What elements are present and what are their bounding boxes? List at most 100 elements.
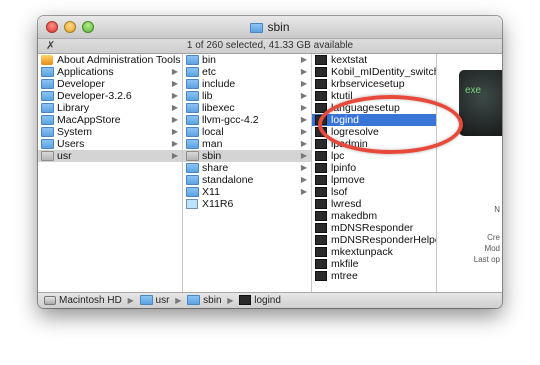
column-sbin[interactable]: kextstat Kobil_mIDentity_switch krbservi…: [312, 54, 437, 292]
list-item[interactable]: lib ▶: [183, 90, 311, 102]
list-item[interactable]: lwresd: [312, 198, 436, 210]
column-usr[interactable]: bin ▶ etc ▶ include ▶ lib ▶ libexec ▶ llvm-gc…: [183, 54, 312, 292]
title-bar[interactable]: sbin: [38, 16, 502, 39]
list-item-selected[interactable]: usr ▶: [38, 150, 182, 162]
list-item-selected[interactable]: sbin ▶: [183, 150, 311, 162]
item-label: local: [202, 126, 224, 138]
folder-icon: [186, 55, 199, 65]
thumbnail-text: exe: [465, 85, 482, 96]
path-segment[interactable]: usr: [139, 293, 170, 308]
executable-icon: [315, 79, 327, 89]
hard-disk-icon: [44, 296, 56, 305]
list-item[interactable]: Developer-3.2.6 ▶: [38, 90, 182, 102]
column-root[interactable]: About Administration Tools Applications ▶…: [38, 54, 183, 292]
list-item[interactable]: languagesetup: [312, 102, 436, 114]
executable-preview-thumbnail: exe: [459, 70, 502, 136]
folder-icon: [186, 91, 199, 101]
list-item[interactable]: local ▶: [183, 126, 311, 138]
path-segment[interactable]: sbin: [187, 293, 222, 308]
list-item[interactable]: lsof: [312, 186, 436, 198]
item-label: sbin: [202, 150, 222, 162]
preview-modified: Mod: [484, 244, 500, 253]
list-item[interactable]: mtree: [312, 270, 436, 282]
list-item[interactable]: makedbm: [312, 210, 436, 222]
item-label: Library: [57, 102, 90, 114]
list-item[interactable]: Applications ▶: [38, 66, 182, 78]
list-item[interactable]: bin ▶: [183, 54, 311, 66]
item-label: lpadmin: [331, 138, 368, 150]
app-icon: [41, 55, 53, 65]
list-item[interactable]: logresolve: [312, 126, 436, 138]
finder-window: sbin ✗ 1 of 260 selected, 41.33 GB avail…: [38, 16, 502, 308]
list-item[interactable]: libexec ▶: [183, 102, 311, 114]
folder-icon: [186, 127, 199, 137]
folder-icon: [139, 295, 153, 305]
folder-icon: [41, 103, 54, 113]
alias-folder-icon: [186, 199, 198, 209]
list-item[interactable]: mkextunpack: [312, 246, 436, 258]
executable-icon: [315, 103, 327, 113]
executable-icon: [315, 187, 327, 197]
chevron-right-icon: ▶: [300, 115, 307, 124]
list-item[interactable]: System ▶: [38, 126, 182, 138]
path-label: usr: [155, 295, 170, 306]
list-item[interactable]: Library ▶: [38, 102, 182, 114]
list-item[interactable]: etc ▶: [183, 66, 311, 78]
executable-icon: [315, 67, 327, 77]
folder-icon: [41, 79, 54, 89]
list-item[interactable]: lpinfo: [312, 162, 436, 174]
chevron-right-icon: ▶: [227, 296, 234, 305]
chevron-right-icon: ▶: [300, 151, 307, 160]
list-item[interactable]: lpadmin: [312, 138, 436, 150]
list-item[interactable]: kextstat: [312, 54, 436, 66]
list-item[interactable]: mDNSResponderHelper: [312, 234, 436, 246]
list-item[interactable]: llvm-gcc-4.2 ▶: [183, 114, 311, 126]
item-label: Applications: [57, 66, 114, 78]
list-item[interactable]: X11 ▶: [183, 186, 311, 198]
list-item[interactable]: Users ▶: [38, 138, 182, 150]
preview-last-opened: Last op: [473, 255, 500, 264]
item-label: logresolve: [331, 126, 379, 138]
list-item-selected[interactable]: logind: [312, 114, 436, 126]
item-label: mkfile: [331, 258, 359, 270]
list-item[interactable]: krbservicesetup: [312, 78, 436, 90]
executable-icon: [315, 175, 327, 185]
list-item[interactable]: MacAppStore ▶: [38, 114, 182, 126]
item-label: standalone: [202, 174, 254, 186]
chevron-right-icon: ▶: [300, 187, 307, 196]
list-item[interactable]: X11R6: [183, 198, 311, 210]
list-item[interactable]: Kobil_mIDentity_switch: [312, 66, 436, 78]
list-item[interactable]: standalone ▶: [183, 174, 311, 186]
executable-icon: [315, 151, 327, 161]
path-segment[interactable]: logind: [239, 293, 281, 308]
item-label: languagesetup: [331, 102, 400, 114]
item-label: logind: [331, 114, 360, 126]
wrench-icon[interactable]: ✗: [46, 40, 55, 52]
list-item[interactable]: mDNSResponder: [312, 222, 436, 234]
item-label: lwresd: [331, 198, 362, 210]
item-label: System: [57, 126, 93, 138]
chevron-right-icon: ▶: [171, 103, 178, 112]
chevron-right-icon: ▶: [300, 175, 307, 184]
list-item[interactable]: lpc: [312, 150, 436, 162]
path-label: Macintosh HD: [59, 295, 122, 306]
list-item[interactable]: mkfile: [312, 258, 436, 270]
item-label: lsof: [331, 186, 348, 198]
path-label: logind: [254, 295, 281, 306]
list-item[interactable]: lpmove: [312, 174, 436, 186]
chevron-right-icon: ▶: [127, 296, 134, 305]
list-item[interactable]: include ▶: [183, 78, 311, 90]
chevron-right-icon: ▶: [300, 91, 307, 100]
list-item[interactable]: Developer ▶: [38, 78, 182, 90]
list-item[interactable]: share ▶: [183, 162, 311, 174]
list-item[interactable]: man ▶: [183, 138, 311, 150]
list-item[interactable]: ktutil: [312, 90, 436, 102]
list-item[interactable]: About Administration Tools: [38, 54, 182, 66]
path-segment[interactable]: Macintosh HD: [44, 293, 122, 308]
item-label: mkextunpack: [331, 246, 393, 258]
item-label: X11R6: [202, 198, 234, 210]
chevron-right-icon: ▶: [300, 163, 307, 172]
chevron-right-icon: ▶: [171, 151, 178, 160]
item-label: About Administration Tools: [57, 54, 181, 66]
item-label: Kobil_mIDentity_switch: [331, 66, 437, 78]
